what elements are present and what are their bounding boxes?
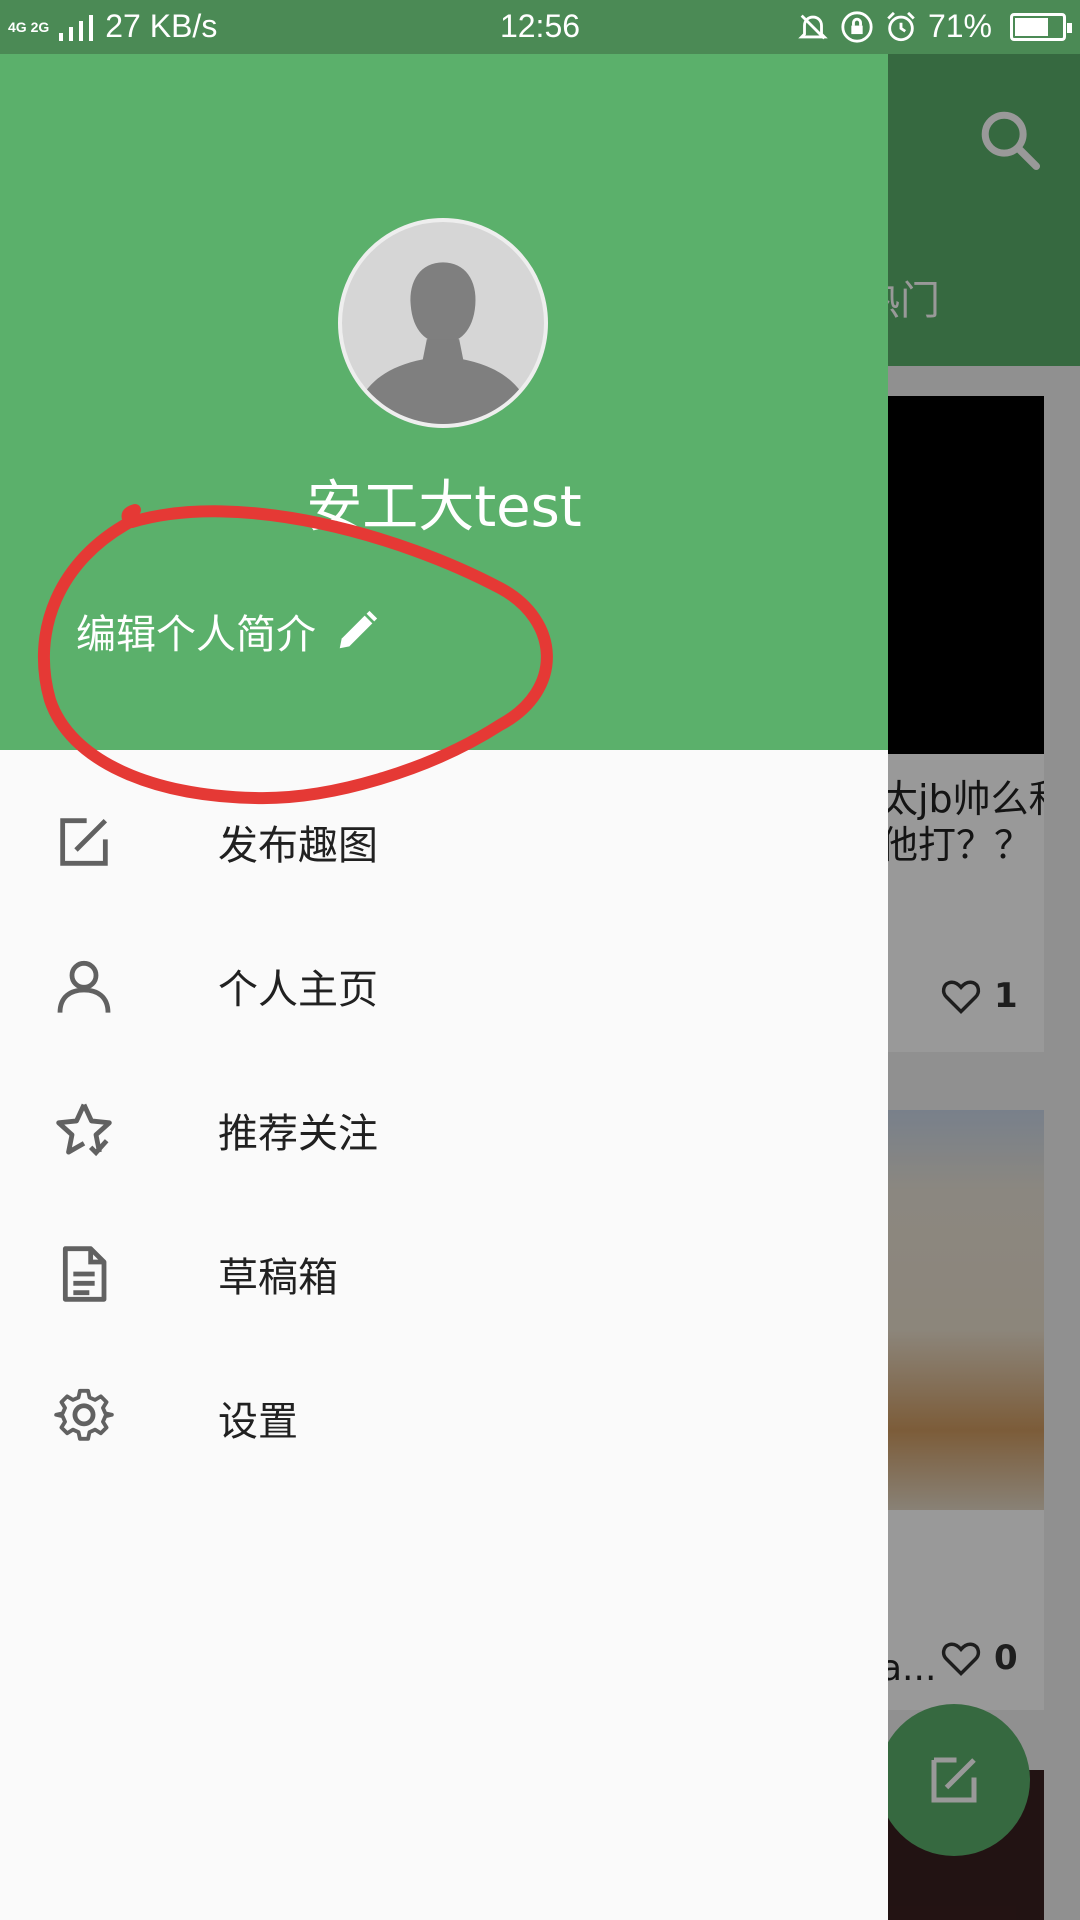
menu-item-recommended[interactable]: 推荐关注 [0,1058,888,1202]
battery-fill [1015,17,1048,36]
battery-icon [1010,12,1072,41]
bell-muted-icon [798,14,828,39]
battery-percent: 71% [927,8,992,44]
edit-bio-label: 编辑个人简介 [76,612,316,658]
document-icon [62,1246,107,1302]
menu-item-label: 个人主页 [218,967,378,1013]
menu-item-drafts[interactable]: 草稿箱 [0,1202,888,1346]
alarm-icon [887,11,915,41]
username: 安工大test [306,475,582,540]
person-icon [57,960,111,1013]
edit-square-icon [60,818,108,866]
menu-item-settings[interactable]: 设置 [0,1346,888,1490]
edit-bio-button[interactable]: 编辑个人简介 [76,602,380,660]
menu-item-profile[interactable]: 个人主页 [0,914,888,1058]
menu-item-label: 草稿箱 [218,1255,338,1301]
drawer-menu: 发布趣图 个人主页 推荐关注 草稿箱 设置 [0,770,888,1490]
menu-item-post[interactable]: 发布趣图 [0,770,888,914]
status-bar: 4G 2G 27 KB/s 12:56 71% [0,0,1080,54]
drawer-header: 安工大test 编辑个人简介 [0,0,888,750]
navigation-drawer: 安工大test 编辑个人简介 发布趣图 个人主页 推荐关注 草稿箱 设置 [0,0,888,1920]
menu-item-label: 设置 [218,1399,298,1445]
rotation-lock-icon [841,10,873,43]
avatar[interactable] [338,218,548,428]
menu-item-label: 发布趣图 [218,823,378,869]
pencil-icon [339,610,378,649]
star-check-icon [56,1103,112,1157]
default-avatar-icon [362,262,524,424]
gear-icon [54,1388,114,1441]
menu-item-label: 推荐关注 [218,1111,378,1157]
